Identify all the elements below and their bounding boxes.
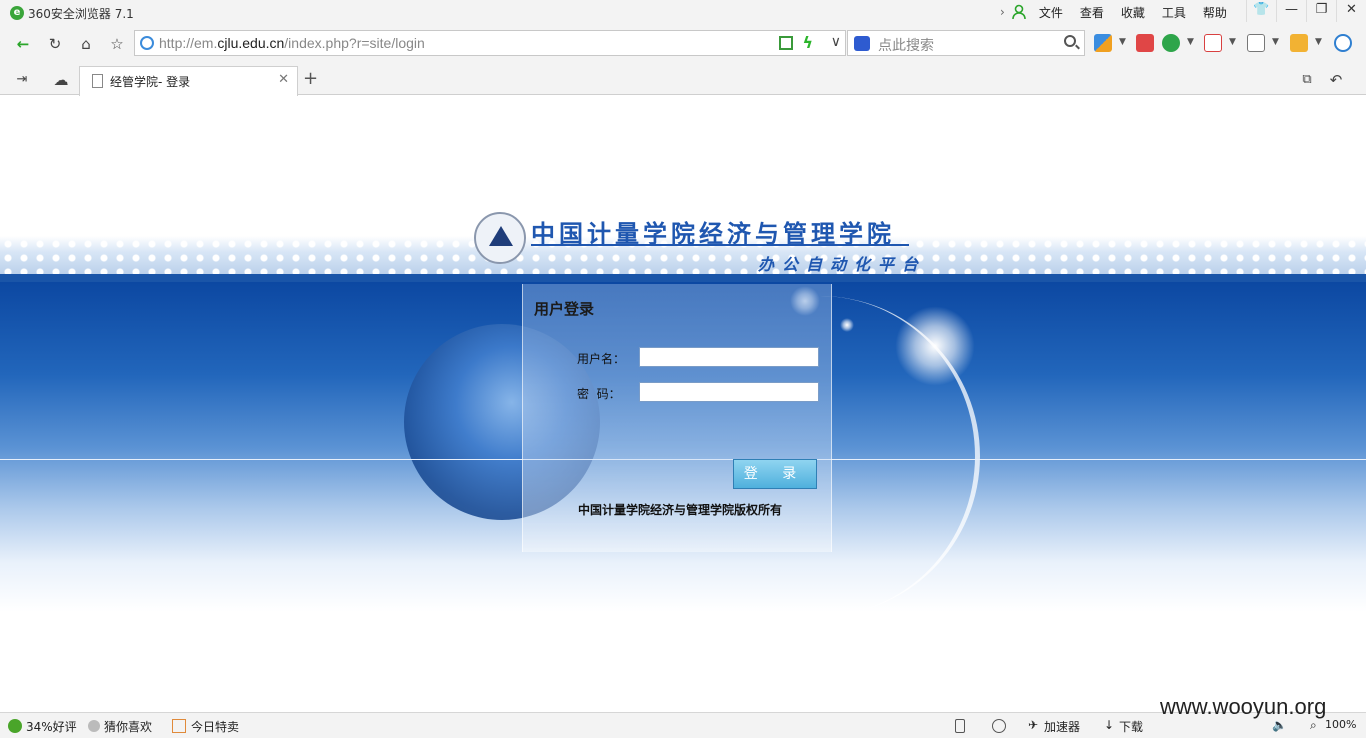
address-bar[interactable]: http://em.cjlu.edu.cn/index.php?r=site/l… [134, 30, 846, 56]
shield-icon[interactable] [1162, 34, 1180, 52]
rocket-icon[interactable]: ✈ [1028, 718, 1038, 732]
tab-login[interactable]: 经管学院- 登录 ✕ [79, 66, 298, 96]
search-icon[interactable] [1064, 35, 1076, 47]
sparkle-graphic [840, 318, 854, 332]
zoom-level[interactable]: 100% [1325, 718, 1356, 731]
close-button[interactable]: ✕ [1336, 0, 1366, 22]
menu-favorites[interactable]: 收藏 [1121, 4, 1145, 21]
globe-icon [140, 36, 154, 50]
tab-label: 经管学院- 登录 [110, 75, 191, 89]
new-tab-button[interactable]: + [303, 68, 318, 89]
cloud-icon[interactable]: ☁ [49, 69, 73, 91]
skin-button[interactable]: 👕 [1246, 0, 1276, 22]
speed-mode-icon[interactable]: ϟ [802, 33, 813, 52]
browser-logo-icon: e [10, 6, 24, 20]
menu-file[interactable]: 文件 [1039, 4, 1063, 21]
gift-icon[interactable] [1290, 34, 1308, 52]
download-link[interactable]: 下载 [1119, 718, 1143, 735]
title-underline [531, 244, 909, 246]
page-content: 中国计量学院经济与管理学院 办公自动化平台 [0, 96, 1366, 712]
home-button[interactable]: ⌂ [74, 33, 98, 55]
chevron-down-icon[interactable]: ▼ [1315, 37, 1322, 47]
translate-icon[interactable] [1204, 34, 1222, 52]
guess-link[interactable]: 猜你喜欢 [104, 718, 152, 735]
undo-close-icon[interactable]: ↶ [1324, 69, 1348, 91]
url-text[interactable]: http://em.cjlu.edu.cn/index.php?r=site/l… [159, 35, 425, 51]
favorite-button[interactable]: ☆ [105, 33, 129, 55]
sidebar-toggle-icon[interactable]: ⇥ [10, 69, 34, 91]
screenshot-icon[interactable] [1247, 34, 1265, 52]
chevron-down-icon[interactable]: ▼ [1119, 37, 1126, 47]
back-button[interactable]: ← [11, 33, 35, 55]
chevron-down-icon[interactable]: ▼ [1187, 37, 1194, 47]
document-icon [92, 74, 103, 88]
chevron-down-icon[interactable]: ∨ [831, 34, 841, 50]
chevron-right-icon[interactable]: › [1000, 5, 1005, 19]
apps-icon[interactable] [1094, 34, 1112, 52]
password-input[interactable] [639, 382, 819, 402]
chevron-down-icon[interactable]: ▼ [1272, 37, 1279, 47]
chevron-down-icon[interactable]: ▼ [1229, 37, 1236, 47]
search-input[interactable]: 点此搜索 [878, 35, 934, 55]
sparkle-graphic [895, 306, 975, 386]
accelerator-link[interactable]: 加速器 [1044, 718, 1080, 735]
zoom-icon[interactable]: ⌕ [1310, 718, 1317, 733]
login-button[interactable]: 登 录 [733, 459, 817, 489]
username-label: 用户名： [577, 352, 626, 366]
tab-list-icon[interactable]: ⧉ [1295, 69, 1319, 91]
restore-button[interactable]: ❐ [1306, 0, 1336, 22]
university-emblem [474, 212, 526, 264]
calendar-icon[interactable] [1136, 34, 1154, 52]
minimize-button[interactable]: — [1276, 0, 1306, 22]
login-title: 用户登录 [534, 300, 595, 318]
download-icon[interactable]: ↓ [1104, 718, 1114, 732]
title-bar: e 360安全浏览器 7.1 › 文件 查看 收藏 工具 帮助 👕 — ❐ ✕ [0, 0, 1366, 26]
search-box[interactable]: 点此搜索 [847, 30, 1085, 56]
apple-icon [8, 719, 22, 733]
mobile-icon[interactable] [955, 719, 965, 733]
baidu-paw-icon[interactable] [854, 36, 870, 51]
close-icon[interactable]: ✕ [278, 72, 289, 87]
watermark: www.wooyun.org [1160, 694, 1327, 719]
menu-bar: › 文件 查看 收藏 工具 帮助 [1000, 3, 1244, 21]
gift-icon [172, 719, 186, 733]
app-title: 360安全浏览器 7.1 [28, 7, 134, 21]
window-controls: 👕 — ❐ ✕ [1246, 0, 1366, 22]
menu-view[interactable]: 查看 [1080, 4, 1104, 21]
reload-button[interactable]: ↻ [43, 33, 67, 55]
username-input[interactable] [639, 347, 819, 367]
copyright-text: 中国计量学院经济与管理学院版权所有 [578, 503, 783, 517]
magnifier-icon[interactable] [1334, 34, 1352, 52]
qr-code-icon[interactable] [779, 36, 793, 50]
rating-text[interactable]: 34%好评 [26, 718, 77, 735]
deals-link[interactable]: 今日特卖 [191, 718, 239, 735]
site-subtitle: 办公自动化平台 [758, 255, 927, 274]
blue-divider [0, 274, 1366, 282]
password-label: 密 码： [577, 387, 621, 401]
volume-icon[interactable]: 🔈 [1272, 718, 1287, 732]
user-icon[interactable] [1011, 4, 1027, 20]
menu-help[interactable]: 帮助 [1203, 4, 1227, 21]
speed-icon[interactable] [992, 719, 1006, 733]
guess-icon [88, 720, 100, 732]
menu-tools[interactable]: 工具 [1162, 4, 1186, 21]
